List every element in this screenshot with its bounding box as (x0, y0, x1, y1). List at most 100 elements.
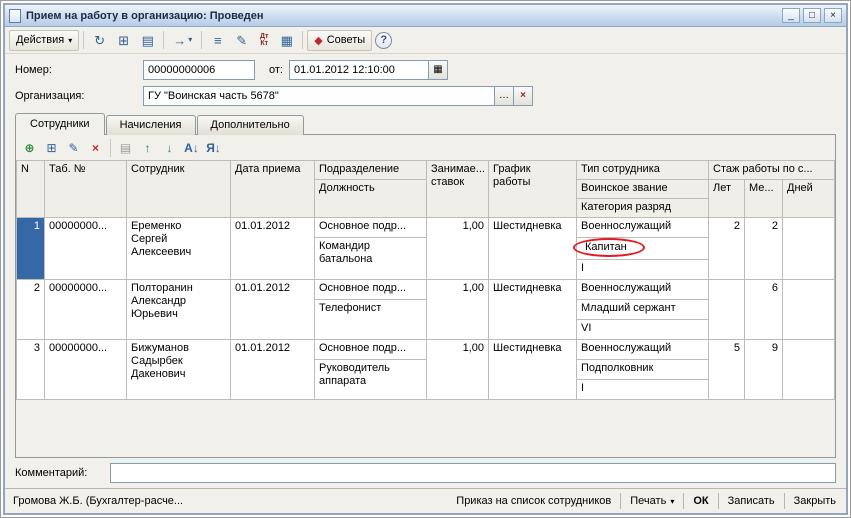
status-user: Громова Ж.Б. (Бухгалтер-расче... (13, 495, 183, 507)
col-seniority[interactable]: Стаж работы по с... (709, 161, 835, 180)
col-months[interactable]: Ме... (745, 180, 783, 218)
dt-kt-icon[interactable]: Дт Кт (254, 30, 274, 51)
col-position[interactable]: Должность (315, 180, 427, 218)
date-field[interactable] (289, 60, 429, 80)
sort-desc-icon[interactable]: Я↓ (203, 138, 224, 158)
col-tab-no[interactable]: Таб. № (45, 161, 127, 218)
finish-edit-icon[interactable]: ▤ (115, 138, 136, 158)
copy-row-icon[interactable]: ⊞ (41, 138, 62, 158)
move-down-icon[interactable]: ↓ (159, 138, 180, 158)
print-button[interactable]: Печать ▾ (628, 494, 676, 508)
ok-button[interactable]: ОК (691, 494, 710, 508)
cell-employee[interactable]: Еременко Сергей Алексеевич (127, 218, 231, 280)
cell-employee[interactable]: Бижуманов Садырбек Дакенович (127, 340, 231, 400)
reread-icon[interactable]: ↻ (88, 30, 111, 51)
cell-rank[interactable]: Младший сержант (577, 300, 709, 320)
advices-button[interactable]: ◆ Советы (307, 30, 372, 51)
cell-position[interactable]: Руководитель аппарата (315, 360, 427, 400)
cell-category[interactable]: I (577, 260, 709, 280)
number-field[interactable] (143, 60, 255, 80)
minimize-button[interactable]: _ (782, 8, 800, 23)
cell-days[interactable] (783, 218, 835, 280)
cell-n[interactable]: 3 (17, 340, 45, 400)
cell-emp-type[interactable]: Военнослужащий (577, 340, 709, 360)
help-icon[interactable]: ? (375, 32, 392, 49)
cell-years[interactable]: 5 (709, 340, 745, 400)
cell-emp-type[interactable]: Военнослужащий (577, 218, 709, 238)
close-button[interactable]: × (824, 8, 842, 23)
grid-area: N Таб. № Сотрудник Дата приема Подраздел… (16, 160, 835, 457)
add-row-icon[interactable]: ⊕ (19, 138, 40, 158)
cell-hire-date[interactable]: 01.01.2012 (231, 218, 315, 280)
maximize-button[interactable]: □ (803, 8, 821, 23)
tab-employees[interactable]: Сотрудники (15, 113, 105, 135)
organization-field[interactable] (143, 86, 495, 106)
cell-tab-no[interactable]: 00000000... (45, 218, 127, 280)
cell-tab-no[interactable]: 00000000... (45, 340, 127, 400)
cell-schedule[interactable]: Шестидневка (489, 340, 577, 400)
cell-n[interactable]: 2 (17, 280, 45, 340)
edit-settings-icon[interactable]: ✎ (230, 30, 253, 51)
cell-days[interactable] (783, 340, 835, 400)
cell-emp-type[interactable]: Военнослужащий (577, 280, 709, 300)
cell-months[interactable]: 9 (745, 340, 783, 400)
comment-field[interactable] (110, 463, 836, 483)
cell-schedule[interactable]: Шестидневка (489, 218, 577, 280)
cell-months[interactable]: 6 (745, 280, 783, 340)
cell-n[interactable]: 1 (17, 218, 45, 280)
cell-employee[interactable]: Полторанин Александр Юрьевич (127, 280, 231, 340)
tab-accruals[interactable]: Начисления (106, 115, 196, 135)
actions-button[interactable]: Действия ▾ (9, 30, 79, 51)
cell-hire-date[interactable]: 01.01.2012 (231, 340, 315, 400)
order-list-button[interactable]: Приказ на список сотрудников (454, 494, 613, 508)
cell-years[interactable]: 2 (709, 218, 745, 280)
col-department[interactable]: Подразделение (315, 161, 427, 180)
title-bar[interactable]: Прием на работу в организацию: Проведен … (5, 5, 846, 27)
delete-row-icon[interactable]: × (85, 138, 106, 158)
cell-hire-date[interactable]: 01.01.2012 (231, 280, 315, 340)
organization-row: Организация: … × (15, 85, 836, 106)
col-emp-type[interactable]: Тип сотрудника (577, 161, 709, 180)
cell-rank[interactable]: Подполковник (577, 360, 709, 380)
table-row: 3 00000000... Бижуманов Садырбек Дакенов… (17, 340, 835, 360)
move-up-icon[interactable]: ↑ (137, 138, 158, 158)
choose-button[interactable]: … (495, 86, 514, 106)
document-versions-icon[interactable]: ▤ (136, 30, 159, 51)
list-settings-icon[interactable]: ≡ (206, 30, 229, 51)
col-days[interactable]: Дней (783, 180, 835, 218)
goto-icon[interactable]: → ▾ (168, 30, 197, 51)
cell-rate[interactable]: 1,00 (427, 218, 489, 280)
cell-department[interactable]: Основное подр... (315, 218, 427, 238)
tab-additional[interactable]: Дополнительно (197, 115, 304, 135)
cell-position[interactable]: Командир батальона (315, 238, 427, 280)
cell-months[interactable]: 2 (745, 218, 783, 280)
cell-days[interactable] (783, 280, 835, 340)
copy-document-icon[interactable]: ⊞ (112, 30, 135, 51)
save-button[interactable]: Записать (726, 494, 777, 508)
calendar-icon[interactable]: ▦ (429, 60, 448, 80)
sort-asc-icon[interactable]: А↓ (181, 138, 202, 158)
col-years[interactable]: Лет (709, 180, 745, 218)
close-form-button[interactable]: Закрыть (792, 494, 838, 508)
cell-rate[interactable]: 1,00 (427, 280, 489, 340)
cell-rate[interactable]: 1,00 (427, 340, 489, 400)
col-n[interactable]: N (17, 161, 45, 218)
col-schedule[interactable]: График работы (489, 161, 577, 218)
col-rate[interactable]: Занимае... ставок (427, 161, 489, 218)
document-movements-icon[interactable]: ▦ (275, 30, 298, 51)
col-hire-date[interactable]: Дата приема (231, 161, 315, 218)
col-rank[interactable]: Воинское звание (577, 180, 709, 199)
col-category[interactable]: Категория разряд (577, 199, 709, 218)
cell-category[interactable]: VI (577, 320, 709, 340)
cell-rank[interactable]: Капитан (577, 238, 709, 260)
clear-icon[interactable]: × (514, 86, 533, 106)
cell-category[interactable]: I (577, 380, 709, 400)
cell-department[interactable]: Основное подр... (315, 280, 427, 300)
cell-department[interactable]: Основное подр... (315, 340, 427, 360)
cell-years[interactable] (709, 280, 745, 340)
edit-row-icon[interactable]: ✎ (63, 138, 84, 158)
cell-schedule[interactable]: Шестидневка (489, 280, 577, 340)
cell-tab-no[interactable]: 00000000... (45, 280, 127, 340)
col-employee[interactable]: Сотрудник (127, 161, 231, 218)
cell-position[interactable]: Телефонист (315, 300, 427, 340)
